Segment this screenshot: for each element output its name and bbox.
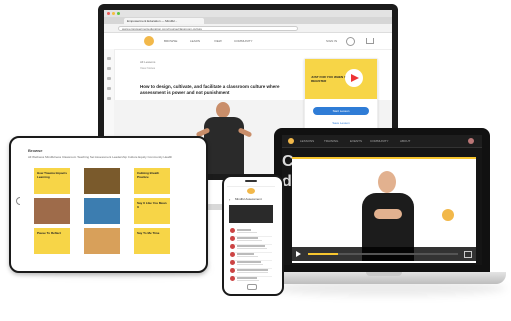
text-line (237, 240, 262, 241)
thumbnail-label: Calming Breath Practice (137, 171, 160, 179)
text-line (237, 245, 265, 247)
course-thumbnail[interactable] (84, 168, 120, 194)
phone-video[interactable] (229, 205, 273, 223)
course-thumbnail[interactable] (84, 198, 120, 224)
course-thumbnail[interactable]: Say To Me Time (134, 228, 170, 254)
cart-icon[interactable] (366, 38, 374, 44)
text-line (237, 277, 257, 279)
phone-speaker (245, 180, 257, 182)
thumbnail-label: Say It Like You Mean It (137, 201, 167, 209)
text-line (237, 232, 257, 233)
zoom-dot[interactable] (117, 12, 120, 15)
laptop-nav-item[interactable]: LESSONS (300, 139, 314, 143)
address-bar: www.empowermenteducation.com/course/clas… (104, 24, 392, 33)
course-thumbnail[interactable]: How Trauma Impacts Learning (34, 168, 70, 194)
avatar[interactable] (468, 138, 474, 144)
home-indicator[interactable] (247, 284, 257, 290)
avatar (230, 244, 235, 249)
avatar (230, 236, 235, 241)
laptop-notch (366, 272, 402, 276)
nav-learn[interactable]: LEARN (190, 39, 200, 43)
text-line (237, 272, 268, 273)
site-logo[interactable] (288, 138, 294, 144)
avatar (230, 252, 235, 257)
avatar (230, 228, 235, 233)
filter-bar[interactable]: All Wellness Mindfulness Classroom Teach… (28, 155, 186, 159)
laptop-nav-item[interactable]: ABOUT (400, 139, 410, 143)
text-line (237, 256, 258, 257)
laptop-nav-item[interactable]: EVENTS (350, 139, 362, 143)
rail-icon[interactable] (107, 97, 111, 100)
progress-bar[interactable] (308, 253, 458, 255)
text-line (237, 264, 263, 265)
list-item[interactable] (230, 275, 272, 283)
text-line (237, 237, 258, 239)
video-controls (292, 247, 476, 261)
save-lesson-link[interactable]: Save Lesson (313, 121, 369, 125)
course-thumbnail[interactable]: Calming Breath Practice (134, 168, 170, 194)
browser-tab-strip: Empowerment Education — Mindful... (104, 17, 392, 24)
back-arrow-icon[interactable]: ‹ (229, 197, 230, 202)
nav-view[interactable]: VIEW (214, 39, 222, 43)
text-line (237, 269, 268, 271)
laptop-nav-item[interactable]: COMMUNITY (370, 139, 389, 143)
play-icon (351, 74, 359, 82)
nav-community[interactable]: COMMUNITY (234, 39, 253, 43)
view-notes-link[interactable]: View Notes (140, 66, 155, 70)
rail-icon[interactable] (107, 77, 111, 80)
site-logo[interactable] (247, 188, 255, 194)
avatar (230, 260, 235, 265)
text-line (237, 280, 259, 281)
watermark-logo (442, 209, 454, 221)
rail-icon[interactable] (107, 57, 111, 60)
tablet-screen: Browse All Wellness Mindfulness Classroo… (20, 146, 188, 260)
laptop-site-header: LESSONS TRAINING EVENTS COMMUNITY ABOUT (282, 135, 482, 148)
text-line (237, 248, 267, 249)
text-line (237, 261, 261, 263)
close-dot[interactable] (107, 12, 110, 15)
course-thumbnail[interactable] (84, 228, 120, 254)
rail-icon[interactable] (107, 67, 111, 70)
avatar[interactable] (346, 37, 355, 46)
rail-icon[interactable] (107, 87, 111, 90)
lesson-title: How to design, cultivate, and facilitate… (140, 84, 280, 95)
nav-browse[interactable]: BROWSE (164, 39, 177, 43)
laptop-nav-item[interactable]: TRAINING (324, 139, 338, 143)
thumbnail-label: How Trauma Impacts Learning (37, 171, 68, 179)
course-thumbnail[interactable] (34, 198, 70, 224)
play-icon[interactable] (296, 251, 301, 257)
page-title: Browse (28, 148, 43, 153)
phone-screen: ‹ Mindful Assessment (227, 186, 275, 283)
start-lesson-button[interactable]: Start Lesson (313, 107, 369, 115)
thumbnail-label: Pause To Reflect (37, 231, 61, 235)
cta-banner: JUST FOR YOU WHEN YOU REGISTER (305, 59, 377, 99)
site-logo[interactable] (144, 36, 154, 46)
text-line (237, 253, 254, 255)
window-titlebar (104, 10, 392, 17)
url-input[interactable]: www.empowermenteducation.com/course/clas… (118, 25, 298, 31)
course-thumbnail[interactable]: Say It Like You Mean It (134, 198, 170, 224)
sign-in-link[interactable]: SIGN IN (326, 39, 337, 43)
fullscreen-icon[interactable] (464, 251, 472, 258)
laptop-screen: LESSONS TRAINING EVENTS COMMUNITY ABOUT … (282, 135, 482, 265)
phone-page-title: Mindful Assessment (235, 197, 262, 201)
breadcrumb[interactable]: All Lessons (140, 60, 155, 64)
text-line (237, 229, 251, 231)
site-header: BROWSE LEARN VIEW COMMUNITY SIGN IN (104, 33, 392, 50)
progress-fill (308, 253, 338, 255)
minimize-dot[interactable] (112, 12, 115, 15)
avatar (230, 276, 235, 281)
avatar (230, 268, 235, 273)
course-thumbnail[interactable]: Pause To Reflect (34, 228, 70, 254)
thumbnail-label: Say To Me Time (137, 231, 160, 235)
